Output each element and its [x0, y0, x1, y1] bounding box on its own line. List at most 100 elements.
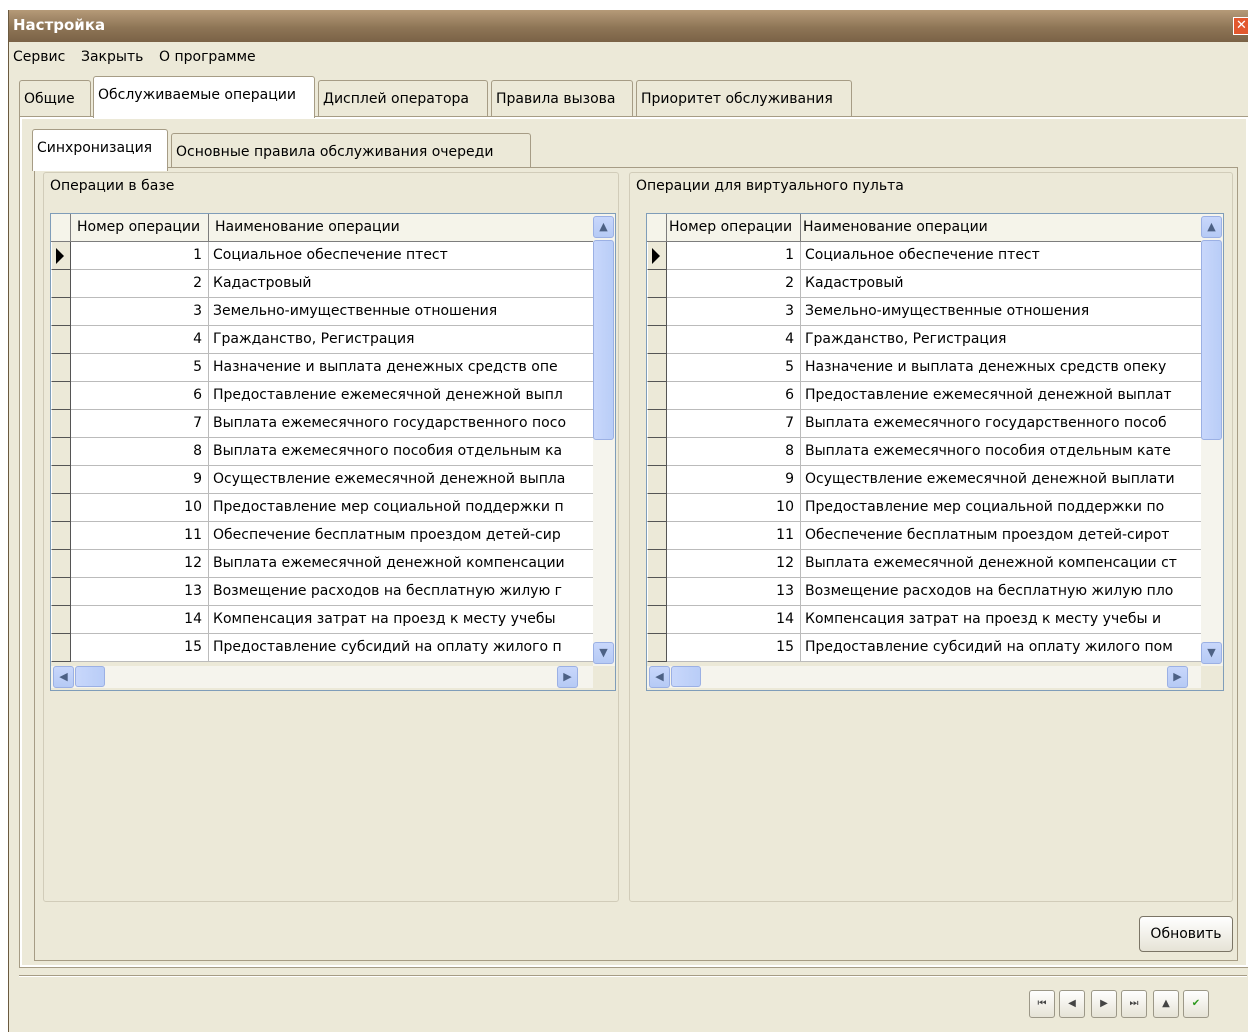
cell-operation-number[interactable]: 3 [667, 298, 801, 326]
table-row[interactable]: 7 Выплата ежемесячного государственного п… [51, 410, 593, 438]
scroll-left-icon[interactable]: ◀ [53, 666, 74, 688]
table-row[interactable]: 3 Земельно-имущественные отношения [647, 298, 1201, 326]
cell-operation-number[interactable]: 5 [667, 354, 801, 382]
nav-last-icon[interactable]: ⏭ [1121, 990, 1147, 1018]
table-row[interactable]: 10 Предоставление мер социальной поддержк… [51, 494, 593, 522]
cell-operation-name[interactable]: Выплата ежемесячного пособия отдельным к… [209, 438, 593, 466]
row-indicator[interactable] [51, 634, 71, 662]
row-indicator[interactable] [51, 578, 71, 606]
menu-service[interactable]: Сервис [13, 49, 65, 65]
table-row[interactable]: 9 Осуществление ежемесячной денежной выпл… [647, 466, 1201, 494]
row-indicator[interactable] [51, 382, 71, 410]
cell-operation-number[interactable]: 2 [667, 270, 801, 298]
table-row[interactable]: 14 Компенсация затрат на проезд к месту у… [51, 606, 593, 634]
cell-operation-number[interactable]: 10 [667, 494, 801, 522]
row-indicator[interactable] [51, 466, 71, 494]
horizontal-scrollbar[interactable]: ◀ ▶ [51, 666, 593, 688]
cell-operation-number[interactable]: 14 [667, 606, 801, 634]
cell-operation-number[interactable]: 7 [71, 410, 209, 438]
cell-operation-name[interactable]: Предоставление ежемесячной денежной выпл… [801, 382, 1201, 410]
cell-operation-number[interactable]: 12 [71, 550, 209, 578]
scroll-up-icon[interactable]: ▲ [1201, 216, 1222, 238]
table-row[interactable]: 13 Возмещение расходов на бесплатную жилу… [647, 578, 1201, 606]
scroll-thumb[interactable] [1201, 240, 1222, 440]
cell-operation-number[interactable]: 1 [667, 242, 801, 270]
cell-operation-name[interactable]: Выплата ежемесячной денежной компенсации [209, 550, 593, 578]
table-row[interactable]: 6 Предоставление ежемесячной денежной вып… [51, 382, 593, 410]
row-indicator[interactable] [647, 382, 667, 410]
table-row[interactable]: 5 Назначение и выплата денежных средств о… [51, 354, 593, 382]
table-row[interactable]: 10 Предоставление мер социальной поддержк… [647, 494, 1201, 522]
scroll-thumb[interactable] [593, 240, 614, 440]
cell-operation-name[interactable]: Выплата ежемесячного пособия отдельным к… [801, 438, 1201, 466]
cell-operation-name[interactable]: Социальное обеспечение птест [801, 242, 1201, 270]
cell-operation-name[interactable]: Компенсация затрат на проезд к месту уче… [209, 606, 593, 634]
row-indicator[interactable] [51, 494, 71, 522]
table-row[interactable]: 12 Выплата ежемесячной денежной компенсац… [647, 550, 1201, 578]
cell-operation-name[interactable]: Осуществление ежемесячной денежной выпла [209, 466, 593, 494]
cell-operation-name[interactable]: Предоставление субсидий на оплату жилого… [801, 634, 1201, 662]
cell-operation-number[interactable]: 15 [667, 634, 801, 662]
nav-next-icon[interactable]: ▶ [1091, 990, 1117, 1018]
row-indicator[interactable] [647, 494, 667, 522]
cell-operation-name[interactable]: Кадастровый [209, 270, 593, 298]
cell-operation-name[interactable]: Предоставление субсидий на оплату жилого… [209, 634, 593, 662]
column-header-number[interactable]: Номер операции [667, 214, 801, 241]
row-indicator[interactable] [51, 326, 71, 354]
cell-operation-number[interactable]: 14 [71, 606, 209, 634]
cell-operation-number[interactable]: 15 [71, 634, 209, 662]
table-row[interactable]: 6 Предоставление ежемесячной денежной вып… [647, 382, 1201, 410]
cell-operation-name[interactable]: Предоставление мер социальной поддержки … [209, 494, 593, 522]
row-indicator[interactable] [647, 550, 667, 578]
scroll-up-icon[interactable]: ▲ [593, 216, 614, 238]
cell-operation-number[interactable]: 9 [71, 466, 209, 494]
cell-operation-number[interactable]: 8 [667, 438, 801, 466]
table-row[interactable]: 14 Компенсация затрат на проезд к месту у… [647, 606, 1201, 634]
cell-operation-number[interactable]: 2 [71, 270, 209, 298]
table-row[interactable]: 2 Кадастровый [647, 270, 1201, 298]
table-row[interactable]: 1 Социальное обеспечение птест [51, 242, 593, 270]
row-indicator[interactable] [647, 438, 667, 466]
table-row[interactable]: 8 Выплата ежемесячного пособия отдельным … [51, 438, 593, 466]
cell-operation-number[interactable]: 12 [667, 550, 801, 578]
vertical-scrollbar[interactable]: ▲ ▼ [593, 214, 615, 666]
cell-operation-number[interactable]: 1 [71, 242, 209, 270]
cell-operation-number[interactable]: 11 [667, 522, 801, 550]
close-icon[interactable]: ✕ [1233, 17, 1248, 35]
row-indicator[interactable] [51, 354, 71, 382]
table-row[interactable]: 4 Гражданство, Регистрация [647, 326, 1201, 354]
table-row[interactable]: 2 Кадастровый [51, 270, 593, 298]
row-indicator[interactable] [51, 270, 71, 298]
cell-operation-name[interactable]: Земельно-имущественные отношения [801, 298, 1201, 326]
row-indicator[interactable] [647, 326, 667, 354]
row-indicator[interactable] [647, 242, 667, 270]
table-row[interactable]: 15 Предоставление субсидий на оплату жило… [51, 634, 593, 662]
cell-operation-name[interactable]: Гражданство, Регистрация [209, 326, 593, 354]
row-indicator[interactable] [647, 298, 667, 326]
tab-served-operations[interactable]: Обслуживаемые операции [93, 76, 315, 118]
cell-operation-number[interactable]: 6 [71, 382, 209, 410]
scroll-down-icon[interactable]: ▼ [1201, 642, 1222, 664]
cell-operation-name[interactable]: Предоставление мер социальной поддержки … [801, 494, 1201, 522]
cell-operation-name[interactable]: Назначение и выплата денежных средств оп… [209, 354, 593, 382]
tab-general[interactable]: Общие [19, 80, 91, 116]
cell-operation-name[interactable]: Назначение и выплата денежных средств оп… [801, 354, 1201, 382]
table-row[interactable]: 5 Назначение и выплата денежных средств о… [647, 354, 1201, 382]
cell-operation-number[interactable]: 6 [667, 382, 801, 410]
row-indicator[interactable] [51, 438, 71, 466]
nav-prior-icon[interactable]: ◀ [1059, 990, 1085, 1018]
tab-queue-service-rules[interactable]: Основные правила обслуживания очереди [171, 133, 531, 169]
column-header-number[interactable]: Номер операции [71, 214, 209, 241]
menu-about[interactable]: О программе [159, 49, 256, 65]
refresh-button[interactable]: Обновить [1139, 916, 1233, 952]
row-indicator[interactable] [647, 578, 667, 606]
row-indicator[interactable] [647, 522, 667, 550]
cell-operation-number[interactable]: 13 [71, 578, 209, 606]
nav-up-icon[interactable]: ▲ [1153, 990, 1179, 1018]
table-row[interactable]: 15 Предоставление субсидий на оплату жило… [647, 634, 1201, 662]
tab-synchronization[interactable]: Синхронизация [32, 129, 168, 171]
hscroll-thumb[interactable] [671, 666, 701, 687]
cell-operation-number[interactable]: 3 [71, 298, 209, 326]
db-operations-grid[interactable]: Номер операции Наименование операции 1 Со… [50, 213, 616, 691]
cell-operation-name[interactable]: Выплата ежемесячной денежной компенсации… [801, 550, 1201, 578]
